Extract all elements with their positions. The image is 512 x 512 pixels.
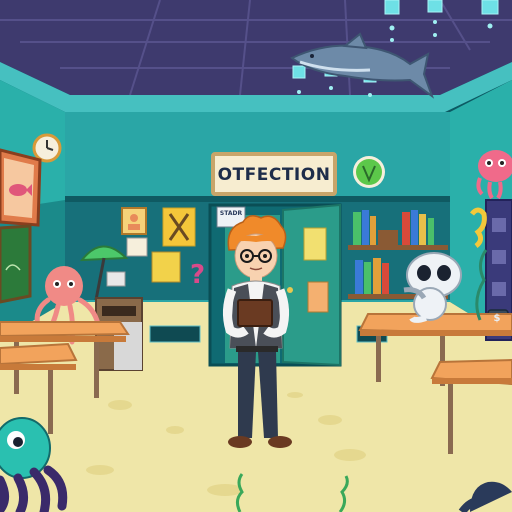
book-icon: [237, 299, 273, 327]
classroom-illustration: ?: [0, 0, 512, 512]
fish-painting: [0, 148, 42, 227]
game-scene: ? OTFECTION STADR $: [0, 0, 512, 512]
chalkboard: [0, 224, 32, 304]
ceiling: [0, 0, 512, 112]
wall-emblem-icon: [353, 156, 385, 188]
clock-icon: [32, 133, 62, 163]
wall-vent: [149, 325, 201, 343]
svg-text:?: ?: [190, 260, 205, 290]
room-sign-board: [211, 152, 337, 196]
